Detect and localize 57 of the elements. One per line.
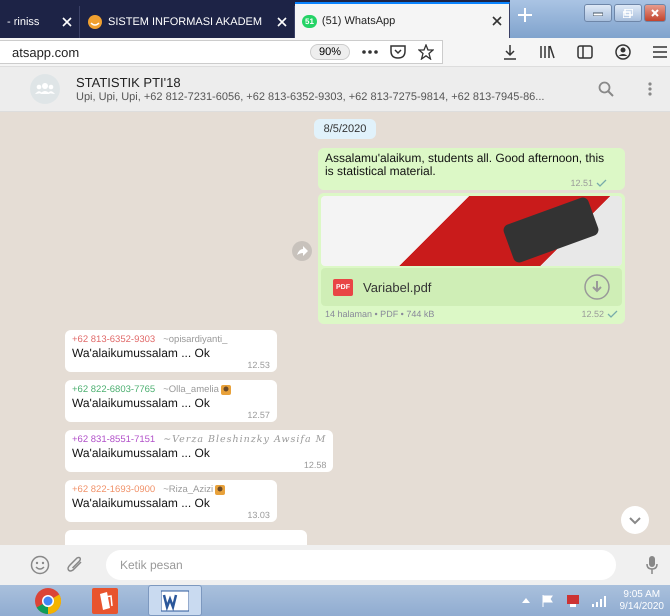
word-icon [161, 588, 189, 612]
menu-icon[interactable] [653, 46, 667, 58]
document-app-icon[interactable] [92, 588, 118, 614]
scroll-down-icon[interactable] [620, 505, 650, 535]
message-text: Wa'alaikumussalam ... Ok [72, 397, 210, 410]
message-input[interactable]: Ketik pesan [106, 550, 616, 580]
sender-name: ~Olla_amelia [163, 384, 219, 396]
message-time: 12.51 [570, 178, 593, 188]
participants-list: Upi, Upi, Upi, +62 812-7231-6056, +62 813-6352-9303, +62 813-7275-9814, +62 813-7945-86... [76, 91, 582, 103]
library-icon[interactable] [539, 45, 555, 59]
message-text: Wa'alaikumussalam ... Ok [72, 347, 210, 360]
sender-name: ~opisardiyanti_ [163, 334, 228, 346]
star-icon[interactable] [418, 44, 434, 60]
message-text: Wa'alaikumussalam ... Ok [72, 497, 210, 510]
sender-phone[interactable]: +62 831-8551-7151 [72, 434, 156, 446]
close-window-button[interactable] [644, 4, 666, 22]
restore-icon [623, 8, 633, 18]
message-text: Assalamu'alaikum, students all. Good afternoon, this is statistical material. [325, 152, 606, 178]
close-icon [651, 9, 659, 17]
message-time: 12.58 [304, 460, 326, 470]
unread-badge: 51 [302, 14, 317, 28]
browser-tab[interactable]: 51 (51) WhatsApp [295, 2, 510, 38]
search-icon[interactable] [598, 81, 614, 97]
new-tab-icon[interactable] [518, 8, 532, 22]
tab-title: - riniss [7, 16, 40, 28]
emoji-icon[interactable] [30, 555, 50, 575]
tab-title: (51) WhatsApp [322, 15, 396, 27]
chrome-icon[interactable] [34, 586, 62, 614]
sidebar-icon[interactable] [577, 45, 593, 59]
tab-title: SISTEM INFORMASI AKADEM [108, 16, 262, 28]
file-details: 14 halaman • PDF • 744 kB [325, 309, 434, 319]
taskbar-app-button[interactable] [148, 585, 202, 616]
sender-name: ~Verza Bleshinzky Awsifa M [163, 434, 326, 446]
message-text: Wa'alaikumussalam ... Ok [72, 447, 211, 460]
date-chip: 8/5/2020 [314, 119, 376, 139]
microphone-icon[interactable] [646, 556, 658, 574]
chat-title[interactable]: STATISTIK PTI'18 [76, 75, 582, 90]
smiley-favicon-icon [87, 14, 103, 30]
paperclip-icon[interactable] [66, 556, 84, 574]
message-time: 13.03 [247, 510, 270, 520]
message-time: 12.53 [247, 360, 270, 370]
minimize-icon [593, 10, 603, 16]
message-time: 12.52 [581, 309, 604, 319]
download-icon[interactable] [503, 44, 517, 60]
minimize-button[interactable] [584, 4, 612, 22]
restore-button[interactable] [614, 4, 642, 22]
zoom-level-button[interactable]: 90% [310, 44, 350, 60]
close-icon[interactable] [492, 16, 502, 26]
sender-name: ~Riza_Azizi [163, 484, 214, 496]
account-icon[interactable] [615, 44, 631, 60]
message-time: 12.57 [247, 410, 270, 420]
network-icon[interactable] [566, 594, 580, 608]
address-bar[interactable]: atsapp.com 90% [0, 40, 443, 64]
pocket-icon[interactable] [390, 45, 406, 59]
more-options-icon[interactable] [648, 82, 652, 96]
file-name[interactable]: Variabel.pdf [363, 280, 574, 294]
more-icon[interactable] [362, 50, 378, 54]
